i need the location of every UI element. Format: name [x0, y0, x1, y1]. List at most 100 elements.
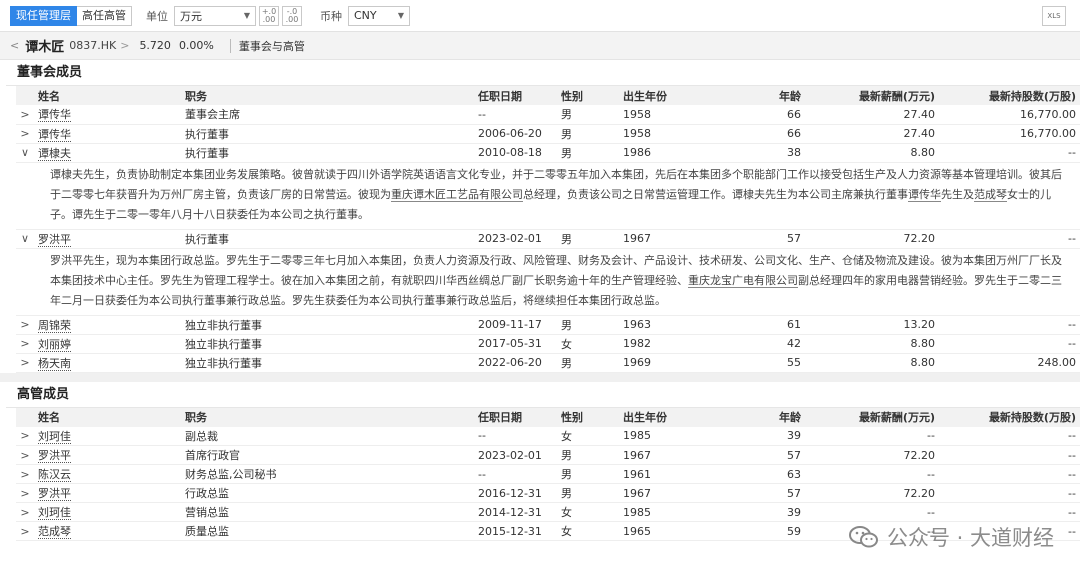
- table-row[interactable]: ∨ 罗洪平 执行董事 2023-02-01 男 1967 57 72.20 --: [16, 229, 1080, 249]
- shares-cell: --: [939, 502, 1080, 522]
- forward-chevron-icon[interactable]: >: [120, 39, 129, 52]
- expand-chevron-icon[interactable]: >: [16, 464, 34, 484]
- header-age: 年龄: [719, 86, 805, 105]
- tab-former-executives[interactable]: 高任高管: [77, 5, 132, 26]
- header-shares: 最新持股数(万股): [939, 407, 1080, 427]
- sex-cell: 女: [557, 334, 619, 354]
- expand-chevron-icon[interactable]: >: [16, 334, 34, 354]
- table-row[interactable]: > 谭传华 执行董事 2006-06-20 男 1958 66 27.40 16,770.00: [16, 124, 1080, 144]
- person-name-link[interactable]: 刘珂佳: [38, 429, 71, 444]
- salary-cell: 72.20: [805, 445, 939, 465]
- role-cell: 独立非执行董事: [181, 315, 474, 335]
- table-row[interactable]: > 谭传华 董事会主席 -- 男 1958 66 27.40 16,770.00: [16, 105, 1080, 125]
- sex-cell: 男: [557, 483, 619, 503]
- unit-label: 单位: [146, 9, 168, 23]
- bio-text-part: 先生及: [941, 187, 974, 201]
- table-row[interactable]: > 罗洪平 行政总监 2016-12-31 男 1967 57 72.20 --: [16, 483, 1080, 503]
- birth-year-cell: 1958: [619, 105, 719, 125]
- person-name-link[interactable]: 陈汉云: [38, 468, 71, 482]
- person-link[interactable]: 范成琴: [974, 187, 1007, 202]
- table-row[interactable]: ∨ 谭棣夫 执行董事 2010-08-18 男 1986 38 8.80 --: [16, 143, 1080, 163]
- person-name-link[interactable]: 谭棣夫: [38, 146, 71, 161]
- person-name-link[interactable]: 周锦荣: [38, 318, 71, 333]
- table-header: 姓名 职务 任职日期 性别 出生年份 年龄 最新薪酬(万元) 最新持股数(万股): [16, 86, 1080, 105]
- role-cell: 质量总监: [181, 521, 474, 541]
- person-name-link[interactable]: 罗洪平: [38, 487, 71, 501]
- person-name-link[interactable]: 谭传华: [38, 108, 71, 123]
- unit-select[interactable]: 万元 ▼: [174, 5, 256, 26]
- sex-cell: 男: [557, 464, 619, 484]
- expand-chevron-icon[interactable]: >: [16, 445, 34, 465]
- person-link[interactable]: 谭传华: [908, 187, 941, 202]
- person-name-link[interactable]: 罗洪平: [38, 232, 71, 247]
- age-cell: 55: [719, 353, 805, 373]
- table-row[interactable]: > 陈汉云 财务总监,公司秘书 -- 男 1961 63 -- --: [16, 464, 1080, 484]
- person-name-link[interactable]: 杨天南: [38, 356, 71, 371]
- divider: [229, 38, 231, 53]
- expand-chevron-icon[interactable]: >: [16, 483, 34, 503]
- header-birth: 出生年份: [619, 407, 719, 427]
- decrease-decimal-button[interactable]: -.0 .00: [282, 5, 302, 26]
- person-name-cell: 罗洪平: [34, 445, 181, 465]
- sex-cell: 男: [557, 353, 619, 373]
- company-link[interactable]: 重庆龙宝广电有限公司: [688, 273, 798, 288]
- bio-text-part: 总经理，负责该公司之日常营运管理工作。谭棣夫先生为本公司主席兼执行董事: [523, 187, 908, 201]
- currency-select[interactable]: CNY ▼: [348, 5, 410, 26]
- salary-cell: 13.20: [805, 315, 939, 335]
- person-name-cell: 陈汉云: [34, 464, 181, 484]
- salary-cell: 8.80: [805, 334, 939, 354]
- increase-decimal-button[interactable]: +.0 .00: [259, 5, 279, 26]
- person-name-cell: 谭传华: [34, 124, 181, 144]
- collapse-chevron-icon[interactable]: ∨: [16, 143, 34, 163]
- table-row[interactable]: > 周锦荣 独立非执行董事 2009-11-17 男 1963 61 13.20 --: [16, 315, 1080, 335]
- table-row[interactable]: > 刘丽婷 独立非执行董事 2017-05-31 女 1982 42 8.80 --: [16, 334, 1080, 354]
- header-role: 职务: [181, 86, 474, 105]
- chevron-down-icon: ▼: [397, 11, 404, 20]
- header-name: 姓名: [34, 86, 181, 105]
- person-name-link[interactable]: 谭传华: [38, 127, 71, 142]
- collapse-chevron-icon[interactable]: ∨: [16, 229, 34, 249]
- table-row[interactable]: > 范成琴 质量总监 2015-12-31 女 1965 59 -- --: [16, 521, 1080, 541]
- role-cell: 独立非执行董事: [181, 334, 474, 354]
- board-title: 董事会成员: [6, 60, 1080, 86]
- table-row[interactable]: > 刘珂佳 营销总监 2014-12-31 女 1985 39 -- --: [16, 502, 1080, 522]
- salary-cell: 27.40: [805, 124, 939, 144]
- tab-current-management[interactable]: 现任管理层: [10, 5, 77, 26]
- expand-chevron-icon[interactable]: >: [16, 315, 34, 335]
- date-cell: 2014-12-31: [474, 502, 557, 522]
- date-cell: 2010-08-18: [474, 143, 557, 163]
- expand-chevron-icon[interactable]: >: [16, 353, 34, 373]
- view-tabs: 现任管理层 高任高管: [10, 5, 132, 26]
- birth-year-cell: 1982: [619, 334, 719, 354]
- board-panel: 董事会成员 姓名 职务 任职日期 性别 出生年份 年龄 最新薪酬(万元) 最新持…: [6, 60, 1080, 373]
- sex-cell: 女: [557, 502, 619, 522]
- back-chevron-icon[interactable]: <: [10, 39, 19, 52]
- birth-year-cell: 1969: [619, 353, 719, 373]
- expand-chevron-icon[interactable]: >: [16, 426, 34, 446]
- date-cell: 2006-06-20: [474, 124, 557, 144]
- person-name-link[interactable]: 范成琴: [38, 525, 71, 539]
- export-excel-button[interactable]: XLS: [1042, 6, 1066, 26]
- salary-cell: 72.20: [805, 229, 939, 249]
- expand-chevron-icon[interactable]: >: [16, 105, 34, 125]
- age-cell: 61: [719, 315, 805, 335]
- role-cell: 董事会主席: [181, 105, 474, 125]
- table-row[interactable]: > 刘珂佳 副总裁 -- 女 1985 39 -- --: [16, 426, 1080, 446]
- table-row[interactable]: > 罗洪平 首席行政官 2023-02-01 男 1967 57 72.20 --: [16, 445, 1080, 465]
- date-cell: 2023-02-01: [474, 445, 557, 465]
- expand-chevron-icon[interactable]: >: [16, 124, 34, 144]
- person-name-link[interactable]: 刘丽婷: [38, 337, 71, 352]
- header-expand: [16, 407, 34, 427]
- person-name-cell: 谭传华: [34, 105, 181, 125]
- expand-chevron-icon[interactable]: >: [16, 502, 34, 522]
- shares-cell: --: [939, 426, 1080, 446]
- shares-cell: 16,770.00: [939, 124, 1080, 144]
- person-name-link[interactable]: 罗洪平: [38, 449, 71, 463]
- person-name-link[interactable]: 刘珂佳: [38, 506, 71, 520]
- management-panel: 高管成员 姓名 职务 任职日期 性别 出生年份 年龄 最新薪酬(万元) 最新持股…: [6, 381, 1080, 541]
- table-row[interactable]: > 杨天南 独立非执行董事 2022-06-20 男 1969 55 8.80 248.00: [16, 353, 1080, 373]
- person-name-cell: 刘珂佳: [34, 502, 181, 522]
- expand-chevron-icon[interactable]: >: [16, 521, 34, 541]
- company-link[interactable]: 重庆谭木匠工艺品有限公司: [391, 187, 523, 202]
- age-cell: 39: [719, 502, 805, 522]
